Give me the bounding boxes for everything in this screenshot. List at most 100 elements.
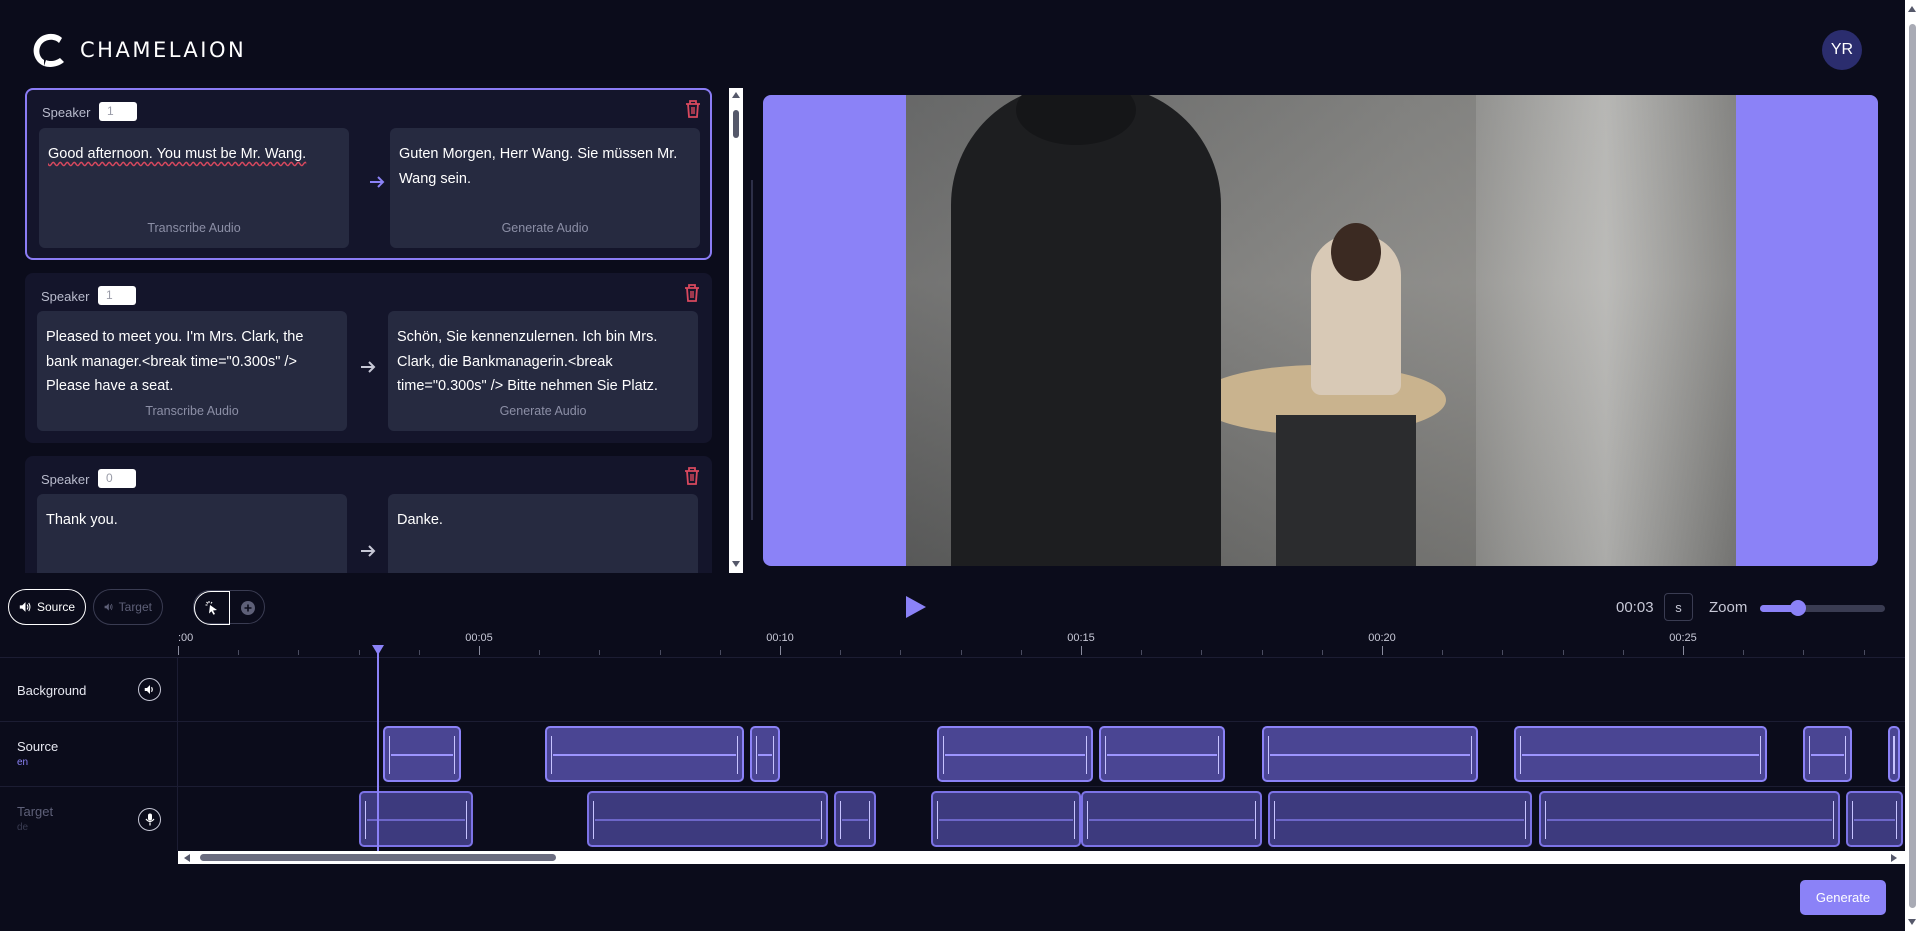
generate-button[interactable]: Generate (1800, 880, 1886, 915)
clip-trim-handle[interactable] (1471, 736, 1473, 774)
target-text-box[interactable]: Guten Morgen, Herr Wang. Sie müssen Mr. … (390, 128, 700, 248)
source-audio-clip[interactable] (1514, 726, 1768, 782)
clip-trim-handle[interactable] (1520, 736, 1522, 774)
microphone-icon[interactable] (138, 808, 161, 831)
scroll-up-arrow-icon[interactable] (1908, 6, 1916, 12)
clip-trim-handle[interactable] (551, 736, 553, 774)
clip-trim-handle[interactable] (1254, 801, 1256, 839)
translate-arrow-icon[interactable] (367, 172, 387, 192)
clip-trim-handle[interactable] (1844, 736, 1846, 774)
source-audio-clip[interactable] (1099, 726, 1226, 782)
source-text[interactable]: Pleased to meet you. I'm Mrs. Clark, the… (46, 325, 338, 399)
zoom-slider[interactable] (1760, 600, 1885, 616)
target-audio-clip[interactable] (834, 791, 877, 847)
scroll-thumb[interactable] (733, 110, 739, 138)
clip-trim-handle[interactable] (453, 736, 455, 774)
scroll-left-arrow-icon[interactable] (184, 854, 190, 862)
timeline-scrollbar[interactable] (178, 851, 1905, 864)
segment-card[interactable]: Speaker 1 Pleased to meet you. I'm Mrs. … (25, 273, 712, 443)
scroll-down-arrow-icon[interactable] (1908, 919, 1916, 925)
clip-trim-handle[interactable] (593, 801, 595, 839)
translate-arrow-icon[interactable] (358, 357, 378, 377)
clip-trim-handle[interactable] (1832, 801, 1834, 839)
clip-trim-handle[interactable] (1086, 736, 1088, 774)
target-text-box[interactable]: Schön, Sie kennenzulernen. Ich bin Mrs. … (388, 311, 698, 431)
target-audio-clip[interactable] (587, 791, 829, 847)
trash-icon[interactable] (683, 466, 701, 486)
speaker-id-input[interactable]: 0 (98, 469, 136, 488)
source-audio-clip[interactable] (936, 726, 1094, 782)
source-toggle[interactable]: Source (8, 589, 86, 625)
target-audio-clip[interactable] (1267, 791, 1533, 847)
window-scrollbar[interactable] (1905, 0, 1919, 931)
playhead[interactable] (376, 652, 379, 852)
clip-trim-handle[interactable] (1892, 736, 1894, 774)
target-audio-clip[interactable] (1538, 791, 1840, 847)
translate-arrow-icon[interactable] (358, 541, 378, 561)
video-preview[interactable] (763, 95, 1878, 566)
segment-list-scrollbar[interactable] (729, 88, 743, 573)
clip-trim-handle[interactable] (1893, 736, 1895, 774)
clip-trim-handle[interactable] (1218, 736, 1220, 774)
target-audio-clip[interactable] (930, 791, 1081, 847)
play-button[interactable] (906, 596, 926, 618)
transcribe-audio-button[interactable]: Transcribe Audio (37, 399, 347, 424)
speaker-id-input[interactable]: 1 (98, 286, 136, 305)
clip-trim-handle[interactable] (1087, 801, 1088, 839)
generate-audio-button[interactable]: Generate Audio (388, 399, 698, 424)
target-audio-clip[interactable] (1081, 791, 1262, 847)
segment-card[interactable]: Speaker 1 Good afternoon. You must be Mr… (25, 88, 712, 260)
scroll-thumb[interactable] (200, 854, 556, 861)
transcribe-audio-button[interactable]: Transcribe Audio (39, 216, 349, 241)
segment-card[interactable]: Speaker 0 Thank you. Danke. (25, 456, 712, 573)
source-text-box[interactable]: Pleased to meet you. I'm Mrs. Clark, the… (37, 311, 347, 431)
source-audio-clip[interactable] (1887, 726, 1900, 782)
source-text[interactable]: Good afternoon. You must be Mr. Wang. (48, 142, 340, 167)
add-tool[interactable] (230, 591, 266, 625)
speaker-id-input[interactable]: 1 (99, 102, 137, 121)
clip-trim-handle[interactable] (388, 736, 390, 774)
clip-trim-handle[interactable] (936, 801, 938, 839)
target-toggle[interactable]: Target (93, 589, 163, 625)
clip-trim-handle[interactable] (1895, 801, 1897, 839)
scroll-thumb[interactable] (1909, 24, 1916, 908)
source-audio-clip[interactable] (545, 726, 744, 782)
scroll-right-arrow-icon[interactable] (1891, 854, 1897, 862)
time-unit-button[interactable]: s (1664, 593, 1693, 621)
clip-trim-handle[interactable] (755, 736, 757, 774)
target-text[interactable]: Guten Morgen, Herr Wang. Sie müssen Mr. … (399, 142, 691, 191)
clip-trim-handle[interactable] (1273, 801, 1275, 839)
target-text-box[interactable]: Danke. (388, 494, 698, 573)
clip-trim-handle[interactable] (736, 736, 738, 774)
source-audio-clip[interactable] (749, 726, 780, 782)
target-text[interactable]: Danke. (397, 508, 689, 533)
clip-trim-handle[interactable] (1525, 801, 1527, 839)
clip-trim-handle[interactable] (772, 736, 774, 774)
clip-trim-handle[interactable] (1267, 736, 1269, 774)
clip-trim-handle[interactable] (821, 801, 823, 839)
time-ruler[interactable]: :00 00:05 00:10 00:15 00:20 00:25 (178, 632, 1905, 657)
trash-icon[interactable] (684, 99, 702, 119)
user-avatar[interactable]: YR (1822, 30, 1862, 70)
clip-trim-handle[interactable] (1760, 736, 1762, 774)
trash-icon[interactable] (683, 283, 701, 303)
speaker-icon[interactable] (138, 678, 161, 701)
clip-trim-handle[interactable] (869, 801, 871, 839)
source-text-box[interactable]: Good afternoon. You must be Mr. Wang. Tr… (39, 128, 349, 248)
target-audio-clip[interactable] (1845, 791, 1903, 847)
clip-trim-handle[interactable] (1105, 736, 1107, 774)
clip-trim-handle[interactable] (1544, 801, 1546, 839)
clip-trim-handle[interactable] (1074, 801, 1075, 839)
target-text[interactable]: Schön, Sie kennenzulernen. Ich bin Mrs. … (397, 325, 689, 399)
source-text-box[interactable]: Thank you. (37, 494, 347, 573)
clip-trim-handle[interactable] (465, 801, 467, 839)
logo[interactable]: CHAMELAION (30, 30, 246, 70)
scroll-down-arrow-icon[interactable] (732, 561, 740, 567)
source-audio-clip[interactable] (1803, 726, 1852, 782)
clip-trim-handle[interactable] (364, 801, 366, 839)
clip-trim-handle[interactable] (942, 736, 944, 774)
scroll-up-arrow-icon[interactable] (732, 92, 740, 98)
clip-trim-handle[interactable] (1809, 736, 1811, 774)
generate-audio-button[interactable]: Generate Audio (390, 216, 700, 241)
clip-trim-handle[interactable] (840, 801, 842, 839)
